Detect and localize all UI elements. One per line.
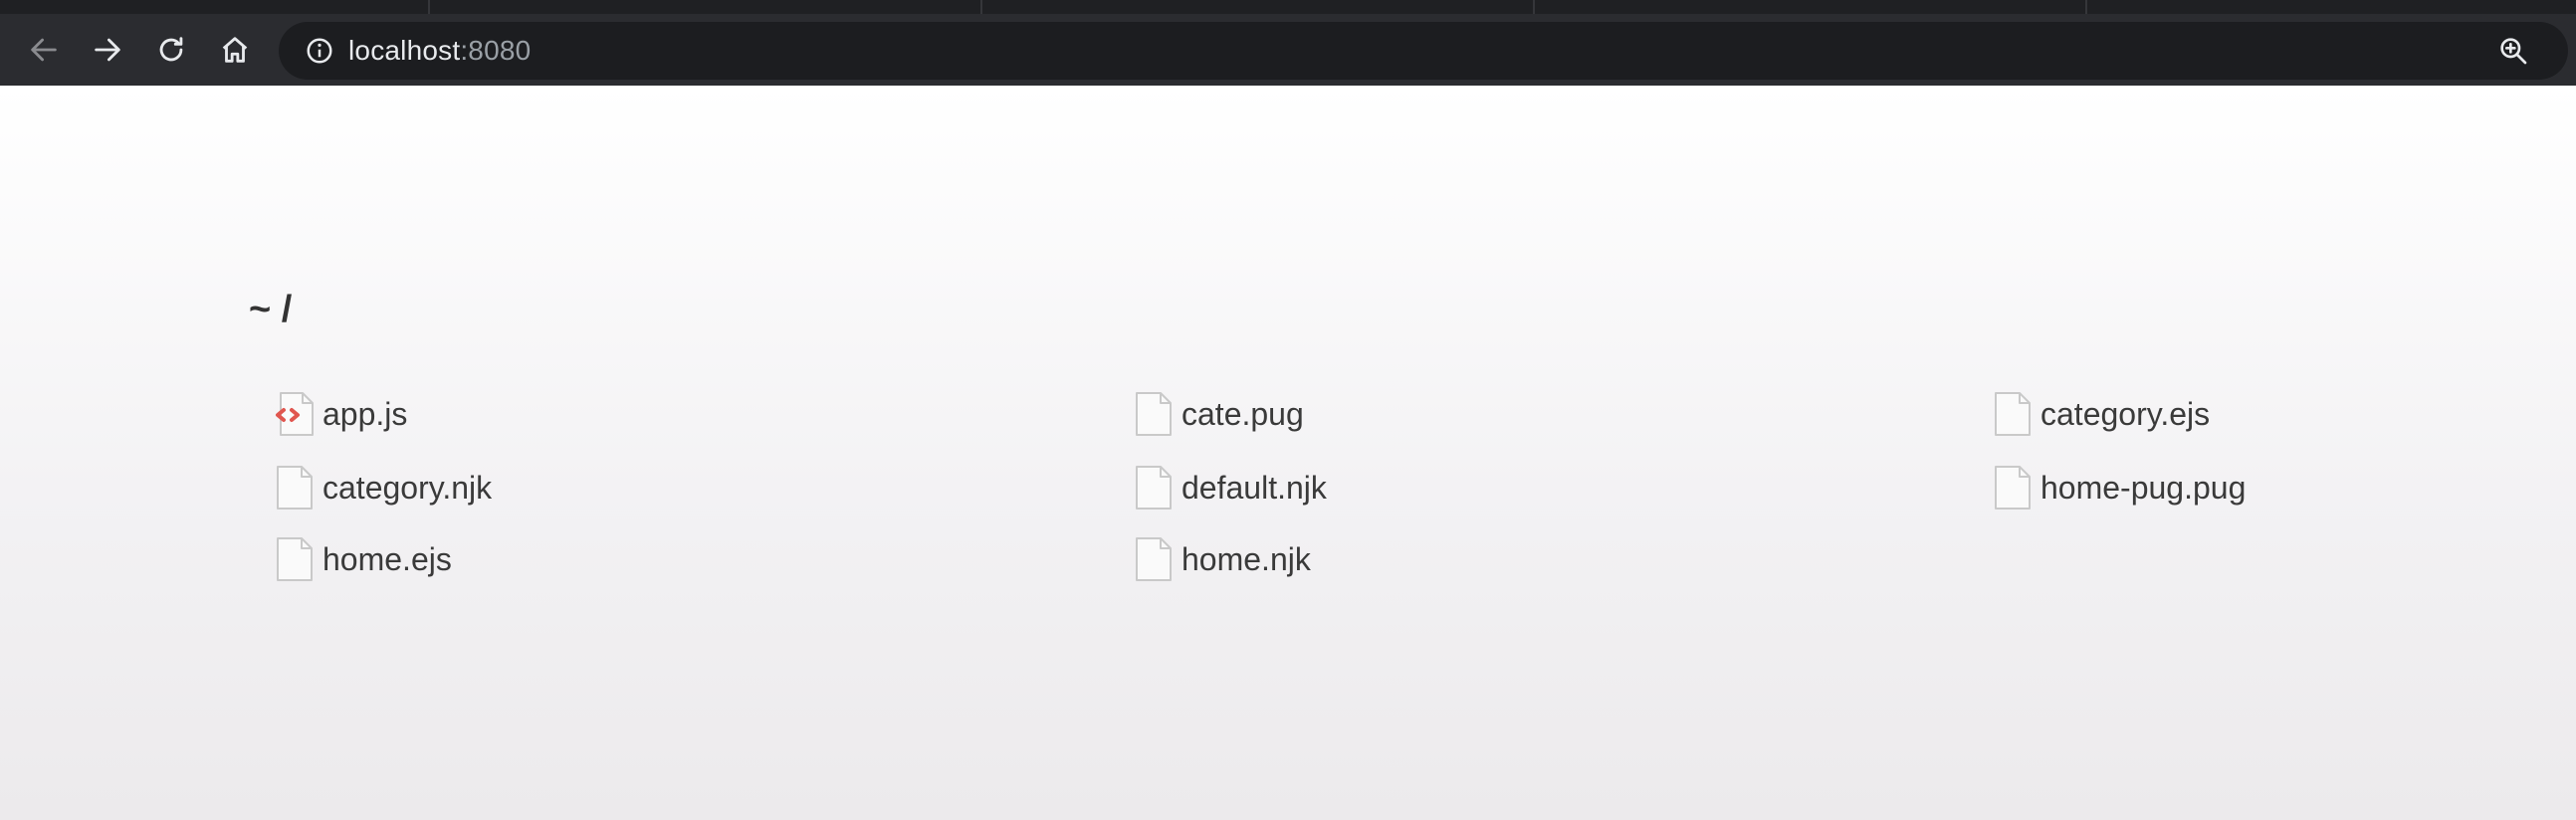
url-port: :8080 — [460, 35, 532, 66]
file-list: app.js cate.pug category.ejs category.njk de… — [275, 390, 2576, 589]
info-icon — [307, 38, 332, 64]
home-icon — [222, 37, 248, 63]
file-item[interactable]: cate.pug — [1134, 390, 1304, 438]
site-info-button[interactable] — [291, 22, 348, 80]
file-name: category.njk — [322, 469, 493, 506]
file-icon — [275, 465, 315, 511]
file-item[interactable]: default.njk — [1134, 464, 1327, 512]
file-name: cate.pug — [1181, 395, 1304, 432]
file-item[interactable]: category.njk — [275, 464, 492, 512]
file-item[interactable]: category.ejs — [1993, 390, 2210, 438]
breadcrumb: ~ / — [249, 289, 293, 330]
file-name: home.ejs — [322, 540, 452, 577]
url-host: localhost — [348, 35, 461, 66]
address-bar[interactable]: localhost:8080 — [279, 22, 2568, 80]
file-name: home-pug.pug — [2040, 469, 2247, 506]
file-item[interactable]: home.njk — [1134, 535, 1311, 583]
reload-icon — [159, 37, 183, 62]
file-icon — [1134, 536, 1174, 582]
back-icon — [31, 38, 57, 62]
back-button[interactable] — [16, 22, 72, 78]
file-icon — [1134, 391, 1174, 437]
file-icon — [1134, 465, 1174, 511]
forward-icon — [95, 38, 120, 62]
file-icon — [1993, 391, 2033, 437]
reload-button[interactable] — [143, 22, 199, 78]
file-name: home.njk — [1181, 540, 1311, 577]
url-text: localhost:8080 — [348, 35, 531, 67]
file-item[interactable]: home.ejs — [275, 535, 452, 583]
forward-button[interactable] — [80, 22, 135, 78]
browser-toolbar: localhost:8080 — [0, 0, 2576, 86]
file-icon — [1993, 465, 2033, 511]
home-button[interactable] — [207, 22, 263, 78]
zoom-button[interactable] — [2494, 32, 2532, 70]
tab-strip — [0, 0, 2576, 14]
file-icon — [275, 536, 315, 582]
file-name: default.njk — [1181, 469, 1327, 506]
js-file-icon — [275, 391, 315, 437]
file-name: category.ejs — [2040, 395, 2211, 432]
file-item[interactable]: home-pug.pug — [1993, 464, 2246, 512]
file-item[interactable]: app.js — [275, 390, 407, 438]
file-name: app.js — [322, 395, 408, 432]
zoom-in-icon — [2500, 38, 2527, 65]
